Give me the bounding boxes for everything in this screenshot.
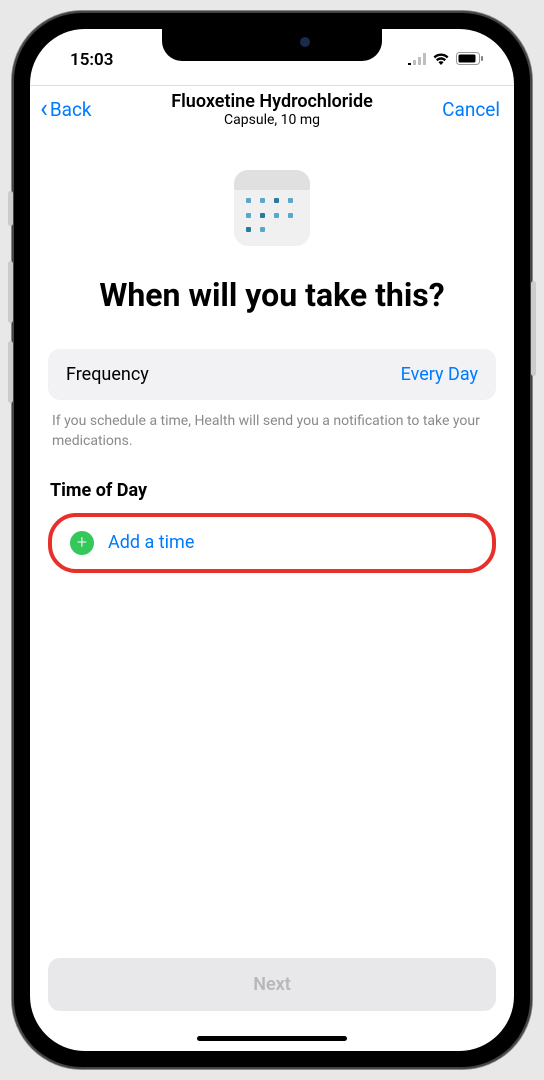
mute-switch bbox=[8, 191, 13, 226]
home-indicator[interactable] bbox=[197, 1036, 347, 1041]
screen: 15:03 ‹ Back Fluoxetine Hydrochloride bbox=[30, 29, 514, 1051]
volume-down-button bbox=[8, 341, 13, 403]
calendar-icon-wrap bbox=[48, 170, 496, 246]
power-button bbox=[531, 281, 536, 376]
status-icons bbox=[408, 50, 484, 70]
next-button[interactable]: Next bbox=[48, 958, 496, 1011]
frequency-row[interactable]: Frequency Every Day bbox=[48, 349, 496, 400]
time-of-day-header: Time of Day bbox=[48, 480, 496, 501]
wifi-icon bbox=[432, 50, 450, 70]
status-time: 15:03 bbox=[70, 50, 113, 70]
back-label: Back bbox=[50, 98, 92, 121]
info-text: If you schedule a time, Health will send… bbox=[48, 412, 496, 451]
cellular-signal-icon bbox=[408, 50, 426, 70]
nav-title: Fluoxetine Hydrochloride Capsule, 10 mg bbox=[171, 91, 373, 128]
phone-frame: 15:03 ‹ Back Fluoxetine Hydrochloride bbox=[12, 11, 532, 1069]
battery-icon bbox=[456, 50, 484, 70]
calendar-icon bbox=[234, 170, 310, 246]
page-subtitle: Capsule, 10 mg bbox=[171, 112, 373, 128]
plus-circle-icon: + bbox=[70, 531, 94, 555]
back-button[interactable]: ‹ Back bbox=[40, 96, 92, 122]
cancel-button[interactable]: Cancel bbox=[442, 98, 500, 121]
prompt-heading: When will you take this? bbox=[48, 276, 496, 314]
chevron-left-icon: ‹ bbox=[40, 96, 48, 122]
content-area: When will you take this? Frequency Every… bbox=[30, 130, 514, 958]
device-notch bbox=[162, 29, 382, 61]
frequency-label: Frequency bbox=[66, 364, 149, 385]
volume-up-button bbox=[8, 261, 13, 323]
navigation-bar: ‹ Back Fluoxetine Hydrochloride Capsule,… bbox=[30, 86, 514, 130]
add-time-button[interactable]: + Add a time bbox=[48, 513, 496, 573]
page-title: Fluoxetine Hydrochloride bbox=[171, 91, 373, 112]
frequency-value: Every Day bbox=[401, 364, 478, 385]
add-time-label: Add a time bbox=[108, 532, 194, 553]
